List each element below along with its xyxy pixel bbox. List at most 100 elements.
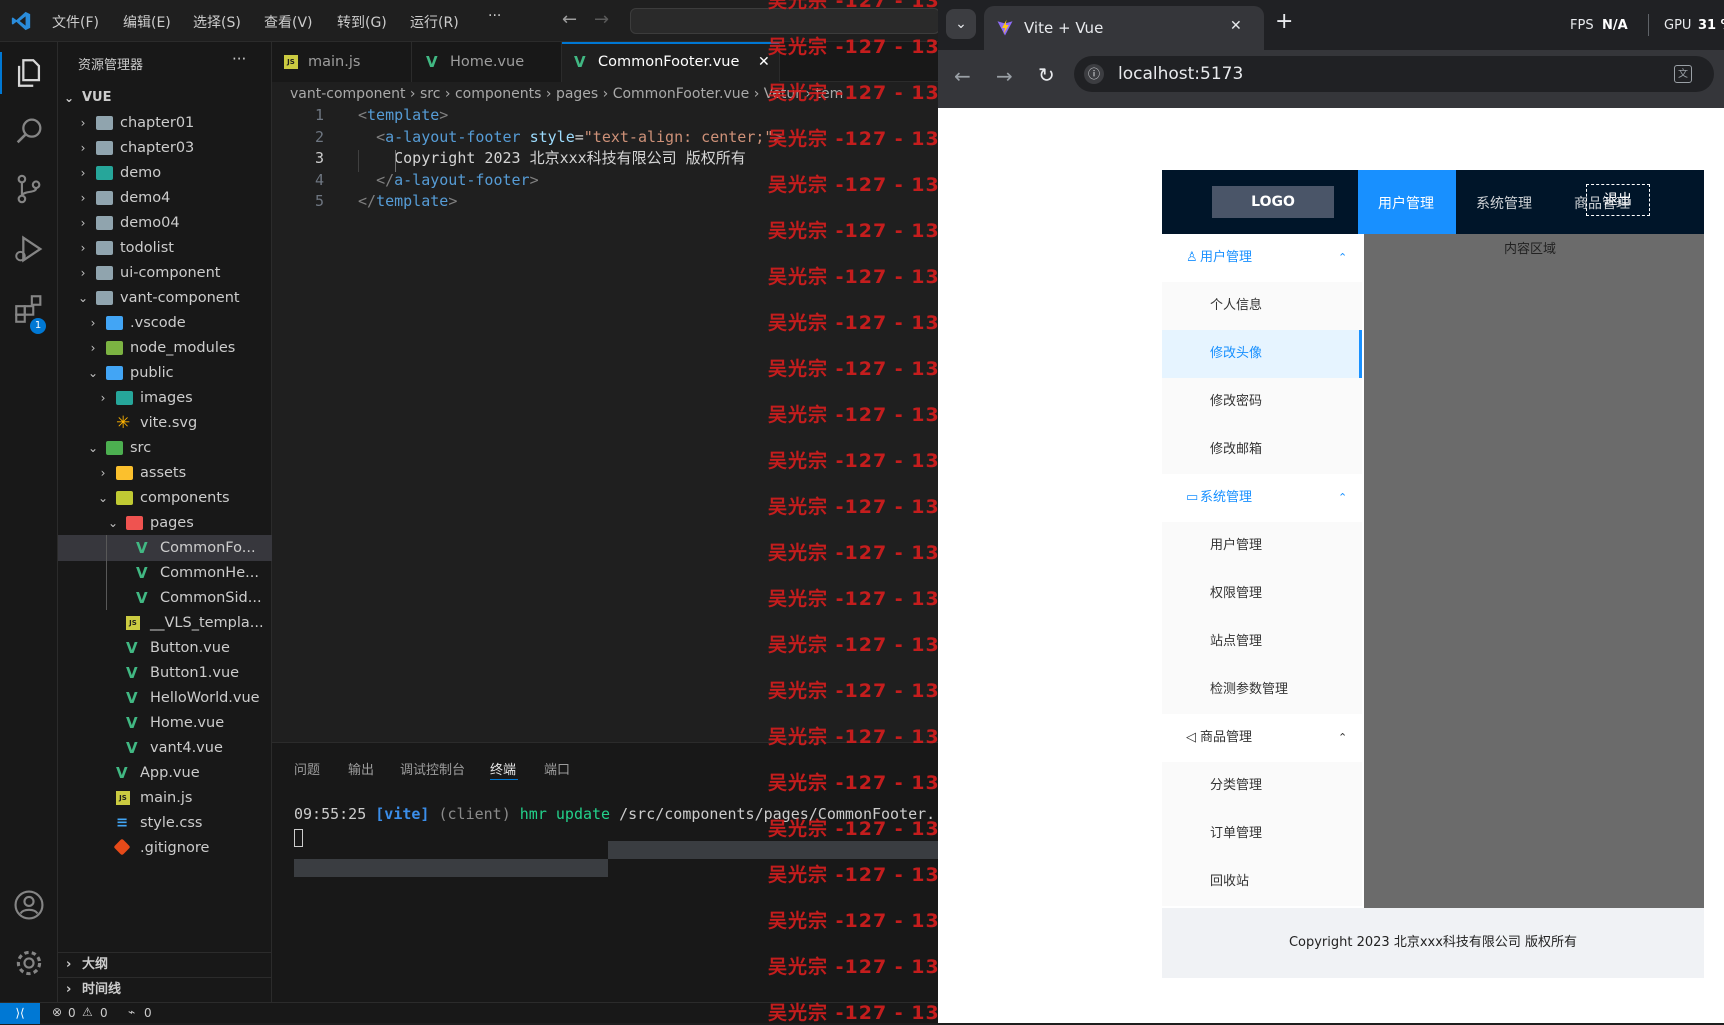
submenu-title[interactable]: ▭ 系统管理 ⌃ (1162, 474, 1362, 522)
tree-item[interactable]: › assets (58, 460, 272, 486)
menu-edit[interactable]: 编辑(E) (123, 12, 171, 32)
tree-item[interactable]: V Button.vue (58, 635, 272, 661)
browser-back-icon[interactable]: ← (954, 64, 971, 88)
menu-item[interactable]: 修改邮箱 (1162, 426, 1362, 474)
tree-item[interactable]: ⌄ src (58, 435, 272, 461)
tree-item[interactable]: JS main.js (58, 785, 272, 811)
menu-item[interactable]: 权限管理 (1162, 570, 1362, 618)
browser-forward-icon[interactable]: → (996, 64, 1013, 88)
tree-item[interactable]: ⌄ public (58, 360, 272, 386)
browser-tab[interactable]: Vite + Vue ✕ (984, 6, 1264, 50)
nav-item-user-management[interactable]: 用户管理 (1378, 193, 1434, 213)
tree-item[interactable]: › demo04 (58, 210, 272, 236)
tab-commonfooter-vue[interactable]: V CommonFooter.vue ✕ (562, 42, 780, 82)
nav-forward-icon[interactable]: → (594, 9, 609, 30)
tree-item[interactable]: › chapter03 (58, 135, 272, 161)
terminal-cursor[interactable] (294, 829, 303, 847)
tree-item[interactable]: Vvant4.vue (58, 735, 272, 761)
tree-item[interactable]: ≡ style.css (58, 810, 272, 836)
warning-icon[interactable]: ⚠ (82, 1005, 93, 1019)
tree-item[interactable]: V App.vue (58, 760, 272, 786)
tree-item[interactable]: › ui-component (58, 260, 272, 286)
workspace-root[interactable]: ⌄ VUE (58, 86, 272, 110)
tree-item[interactable]: V CommonHe... (58, 560, 272, 586)
search-icon[interactable] (12, 114, 46, 148)
panel-tab-debug-console[interactable]: 调试控制台 (400, 759, 465, 778)
menu-run[interactable]: 运行(R) (410, 12, 459, 32)
account-icon[interactable] (12, 888, 46, 922)
tree-item[interactable]: ⌄ vant-component (58, 285, 272, 311)
menu-item[interactable]: 订单管理 (1162, 810, 1362, 858)
panel-tab-terminal[interactable]: 终端 (490, 759, 516, 778)
menu-go[interactable]: 转到(G) (337, 12, 387, 32)
tree-item[interactable]: › .vscode (58, 310, 272, 336)
menu-item[interactable]: 修改头像 (1162, 330, 1362, 378)
menu-item[interactable]: 回收站 (1162, 858, 1362, 906)
tree-item[interactable]: JS __VLS_templa... (58, 610, 272, 636)
menu-more[interactable]: ··· (488, 8, 501, 24)
tree-item[interactable]: V Home.vue (58, 710, 272, 736)
tab-main-js[interactable]: JS main.js (272, 42, 412, 82)
breadcrumb-item[interactable]: vant-component (290, 86, 405, 102)
menu-item[interactable]: 个人信息 (1162, 282, 1362, 330)
notification-icon: ◁ (1186, 730, 1196, 745)
breadcrumb-item[interactable]: pages (556, 86, 598, 102)
browser-reload-icon[interactable]: ↻ (1038, 63, 1055, 87)
tree-item[interactable]: ✳ vite.svg (58, 410, 272, 436)
menu-item[interactable]: 用户管理 (1162, 522, 1362, 570)
menu-item[interactable]: 分类管理 (1162, 762, 1362, 810)
ports-icon[interactable]: ⌁ (128, 1005, 135, 1019)
tree-item-label: chapter03 (120, 140, 195, 156)
timeline-section[interactable]: › 时间线 (58, 977, 272, 1001)
app-layout: LOGO 用户管理 系统管理 商品管理 退出 ♙ 用户管理 ⌃ 个人信息 修改头像 修改密… (1162, 170, 1704, 988)
tree-item[interactable]: › demo (58, 160, 272, 186)
tree-item[interactable]: › demo4 (58, 185, 272, 211)
menu-item[interactable]: 站点管理 (1162, 618, 1362, 666)
tree-item[interactable]: V HelloWorld.vue (58, 685, 272, 711)
tree-item[interactable]: ⌄ components (58, 485, 272, 511)
tree-item[interactable]: › chapter01 (58, 110, 272, 136)
tree-item[interactable]: › images (58, 385, 272, 411)
outline-section[interactable]: › 大纲 (58, 952, 272, 976)
menu-item[interactable]: 检测参数管理 (1162, 666, 1362, 714)
breadcrumb-item[interactable]: src (420, 86, 440, 102)
tree-item[interactable]: V CommonSid... (58, 585, 272, 611)
tab-home-vue[interactable]: V Home.vue (412, 42, 562, 82)
address-bar[interactable]: ⓘ localhost:5173 文 (1074, 56, 1714, 92)
tree-item[interactable]: › todolist (58, 235, 272, 261)
remote-indicator-icon[interactable]: ⟩⟨ (0, 1003, 40, 1024)
explorer-icon[interactable] (12, 56, 46, 90)
panel-tab-problems[interactable]: 问题 (294, 759, 320, 778)
logout-button[interactable]: 退出 (1586, 184, 1650, 216)
breadcrumb-item[interactable]: components (455, 86, 542, 102)
translate-icon[interactable]: 文 (1674, 65, 1692, 83)
menu-file[interactable]: 文件(F) (52, 12, 99, 32)
browser-tab-close-icon[interactable]: ✕ (1230, 18, 1242, 34)
tree-item-label: Button1.vue (150, 665, 240, 681)
tree-item[interactable]: .gitignore (58, 835, 272, 861)
tree-item[interactable]: V Button1.vue (58, 660, 272, 686)
error-icon[interactable]: ⊗ (52, 1005, 62, 1019)
menu-item[interactable]: 修改密码 (1162, 378, 1362, 426)
folder-icon (96, 191, 113, 205)
run-debug-icon[interactable] (12, 232, 46, 266)
tree-item[interactable]: ⌄ pages (58, 510, 272, 536)
tree-item[interactable]: V CommonFo... (58, 535, 272, 561)
menu-selection[interactable]: 选择(S) (193, 12, 241, 32)
site-info-icon[interactable]: ⓘ (1084, 64, 1104, 84)
source-control-icon[interactable] (12, 172, 46, 206)
tab-search-chevron-icon[interactable]: ⌄ (946, 9, 976, 39)
submenu-title[interactable]: ♙ 用户管理 ⌃ (1162, 234, 1362, 282)
menu-view[interactable]: 查看(V) (264, 12, 313, 32)
browser-toolbar: ← → ↻ ⓘ localhost:5173 文 (938, 50, 1724, 108)
panel-tab-output[interactable]: 输出 (348, 759, 374, 778)
explorer-more-button[interactable]: ··· (232, 50, 246, 68)
nav-item-system-management[interactable]: 系统管理 (1476, 193, 1532, 213)
new-tab-button[interactable]: + (1275, 9, 1293, 34)
breadcrumb-item[interactable]: CommonFooter.vue (613, 86, 750, 102)
submenu-title[interactable]: ◁ 商品管理 ⌃ (1162, 714, 1362, 762)
panel-tab-ports[interactable]: 端口 (544, 759, 570, 778)
nav-back-icon[interactable]: ← (562, 9, 577, 30)
settings-gear-icon[interactable] (12, 946, 46, 980)
tree-item[interactable]: › node_modules (58, 335, 272, 361)
